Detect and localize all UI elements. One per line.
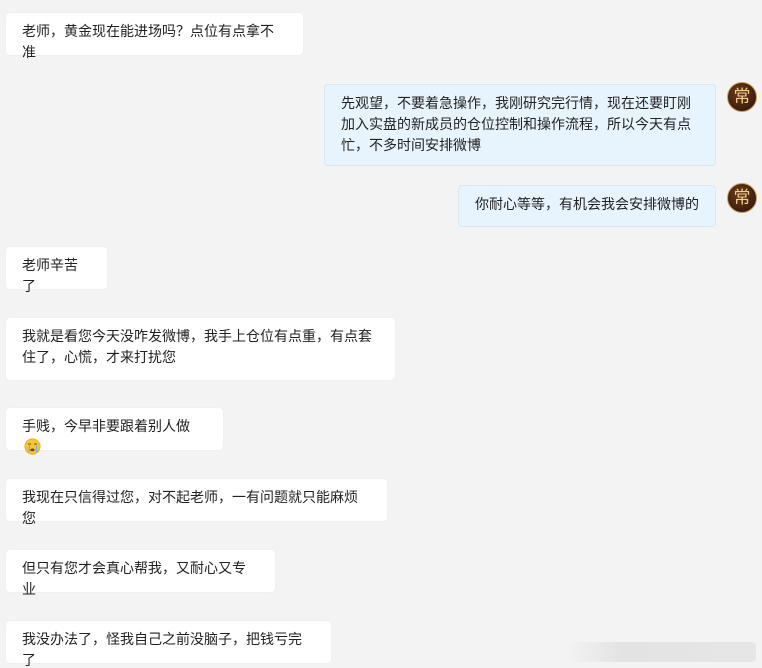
message-text: 老师辛苦了 [22, 258, 78, 295]
message-incoming[interactable]: 我现在只信得过您，对不起老师，一有问题就只能麻烦您 [6, 479, 387, 527]
message-incoming[interactable]: 手贱，今早非要跟着别人做 [6, 408, 223, 455]
message-incoming[interactable]: 我没办法了，怪我自己之前没脑子，把钱亏完了 [6, 621, 331, 668]
message-incoming[interactable]: 但只有您才会真心帮我，又耐心又专业 [6, 550, 275, 598]
message-text: 但只有您才会真心帮我，又耐心又专业 [22, 561, 246, 598]
teacher-avatar[interactable]: 常 [727, 82, 757, 112]
message-text: 你耐心等等，有机会我会安排微博的 [475, 197, 699, 213]
message-text: 手贱，今早非要跟着别人做 [22, 419, 190, 435]
message-text: 我就是看您今天没咋发微博，我手上仓位有点重，有点套住了，心慌，才来打扰您 [22, 329, 372, 366]
message-text: 我现在只信得过您，对不起老师，一有问题就只能麻烦您 [22, 490, 358, 527]
message-incoming[interactable]: 老师，黄金现在能进场吗？点位有点拿不准 [6, 13, 303, 61]
message-text: 我没办法了，怪我自己之前没脑子，把钱亏完了 [22, 632, 302, 668]
avatar-glyph: 常 [733, 86, 751, 107]
crying-face-icon [24, 438, 41, 455]
message-outgoing[interactable]: 你耐心等等，有机会我会安排微博的 [458, 185, 716, 227]
chat-window: 老师，黄金现在能进场吗？点位有点拿不准 先观望，不要着急操作，我刚研究完行情，现… [0, 0, 762, 668]
message-outgoing[interactable]: 先观望，不要着急操作，我刚研究完行情，现在还要盯刚加入实盘的新成员的仓位控制和操… [324, 84, 716, 166]
message-incoming[interactable]: 我就是看您今天没咋发微博，我手上仓位有点重，有点套住了，心慌，才来打扰您 [6, 318, 395, 380]
message-incoming[interactable]: 老师辛苦了 [6, 247, 107, 295]
message-text: 先观望，不要着急操作，我刚研究完行情，现在还要盯刚加入实盘的新成员的仓位控制和操… [341, 96, 691, 154]
avatar-glyph: 常 [733, 187, 751, 208]
message-text: 老师，黄金现在能进场吗？点位有点拿不准 [22, 24, 274, 61]
teacher-avatar[interactable]: 常 [727, 183, 757, 213]
watermark [566, 642, 756, 662]
